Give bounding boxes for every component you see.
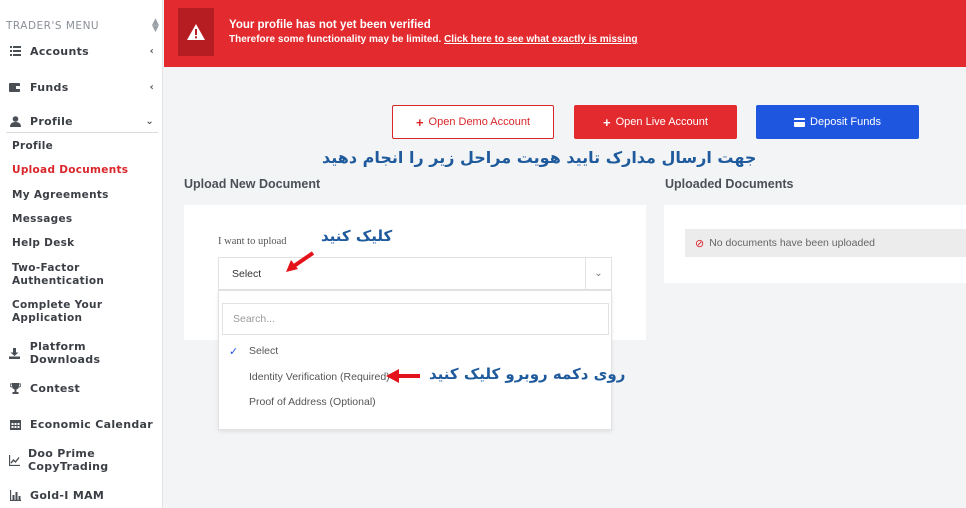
sidebar-item-contest[interactable]: Contest [8, 378, 158, 398]
chevron-down-icon[interactable]: ⌄ [585, 258, 611, 289]
wallet-icon [8, 80, 22, 94]
credit-card-icon [794, 117, 806, 127]
red-arrow-icon [286, 251, 315, 272]
sidebar-item-label: Doo Prime CopyTrading [28, 447, 109, 473]
open-live-account-button[interactable]: + Open Live Account [574, 105, 737, 139]
sort-arrows-icon[interactable]: ▲ ▼ [152, 18, 159, 34]
user-icon [8, 114, 22, 128]
sidebar-subitem-profile[interactable]: Profile [12, 140, 53, 153]
ban-icon: ⊘ [695, 237, 705, 250]
sidebar-item-economic-calendar[interactable]: Economic Calendar [8, 414, 158, 434]
sidebar-subitem-help-desk[interactable]: Help Desk [12, 237, 74, 250]
sidebar-subitem-two-factor[interactable]: Two-Factor Authentication [12, 262, 122, 288]
sidebar-item-gold-mam[interactable]: Gold-I MAM [8, 485, 158, 505]
sidebar-item-platform-downloads[interactable]: Platform Downloads [8, 340, 158, 366]
banner-subtitle-text: Therefore some functionality may be limi… [229, 34, 442, 45]
sidebar-item-funds[interactable]: Funds ‹ [8, 77, 158, 97]
banner-title: Your profile has not yet been verified [229, 19, 431, 31]
sidebar: TRADER'S MENU ▲ ▼ Accounts ‹ Funds ‹ Prof… [0, 0, 163, 508]
chart-line-icon [8, 453, 20, 467]
uploaded-documents-title: Uploaded Documents [665, 177, 794, 191]
warning-icon [178, 8, 214, 56]
list-icon [8, 44, 22, 58]
sidebar-item-profile[interactable]: Profile ⌄ [8, 111, 158, 131]
divider [6, 132, 158, 133]
no-documents-notice: ⊘ No documents have been uploaded [685, 229, 966, 257]
deposit-funds-button[interactable]: Deposit Funds [756, 105, 919, 139]
sidebar-item-copytrading[interactable]: Doo Prime CopyTrading [8, 447, 158, 473]
button-label: Open Demo Account [428, 116, 531, 128]
open-demo-account-button[interactable]: + Open Demo Account [392, 105, 554, 139]
dropdown-search-input[interactable]: Search... [222, 303, 609, 335]
sidebar-subitem-my-agreements[interactable]: My Agreements [12, 189, 109, 202]
dropdown-option-identity-verification[interactable]: Identity Verification (Required) [249, 371, 390, 383]
sidebar-item-label: Economic Calendar [30, 417, 153, 431]
document-type-select[interactable]: Select [218, 257, 612, 290]
bar-chart-icon [8, 488, 22, 502]
sidebar-item-label: Funds [30, 80, 69, 94]
dropdown-option-select[interactable]: Select [249, 345, 278, 357]
no-documents-text: No documents have been uploaded [709, 237, 876, 249]
instruction-annotation: جهت ارسال مدارک تایید هویت مراحل زیر را … [322, 148, 757, 167]
chevron-down-icon: ⌄ [145, 115, 154, 127]
sidebar-item-label: Profile [30, 114, 73, 128]
upload-type-label: I want to upload [218, 236, 287, 247]
trophy-icon [8, 381, 22, 395]
sidebar-item-label: Contest [30, 381, 81, 395]
sidebar-subitem-upload-documents[interactable]: Upload Documents [12, 164, 128, 177]
sidebar-subitem-complete-application[interactable]: Complete Your Application [12, 299, 122, 325]
plus-icon: + [415, 114, 424, 130]
red-arrow-icon [386, 369, 420, 383]
verification-banner: Your profile has not yet been verified T… [164, 0, 966, 67]
click-button-annotation: روی دکمه روبرو کلیک کنید [429, 365, 626, 383]
missing-info-link[interactable]: Click here to see what exactly is missin… [444, 34, 637, 45]
select-value: Select [232, 267, 262, 280]
button-label: Open Live Account [615, 116, 708, 128]
plus-icon: + [603, 114, 611, 130]
sidebar-header: TRADER'S MENU [6, 20, 100, 32]
sidebar-item-label: Gold-I MAM [30, 488, 105, 502]
sidebar-item-label: Accounts [30, 44, 89, 58]
click-annotation: کلیک کنید [321, 227, 393, 245]
button-label: Deposit Funds [810, 116, 881, 128]
banner-subtitle: Therefore some functionality may be limi… [229, 34, 637, 45]
upload-new-document-title: Upload New Document [184, 177, 321, 191]
sidebar-item-accounts[interactable]: Accounts ‹ [8, 41, 158, 61]
calendar-icon [8, 417, 22, 431]
download-icon [8, 346, 22, 360]
checkmark-icon: ✓ [229, 345, 239, 358]
chevron-left-icon: ‹ [149, 81, 154, 93]
sidebar-subitem-messages[interactable]: Messages [12, 213, 72, 226]
dropdown-option-proof-of-address[interactable]: Proof of Address (Optional) [249, 396, 376, 408]
chevron-left-icon: ‹ [149, 45, 154, 57]
sidebar-item-label: Platform Downloads [29, 340, 101, 366]
